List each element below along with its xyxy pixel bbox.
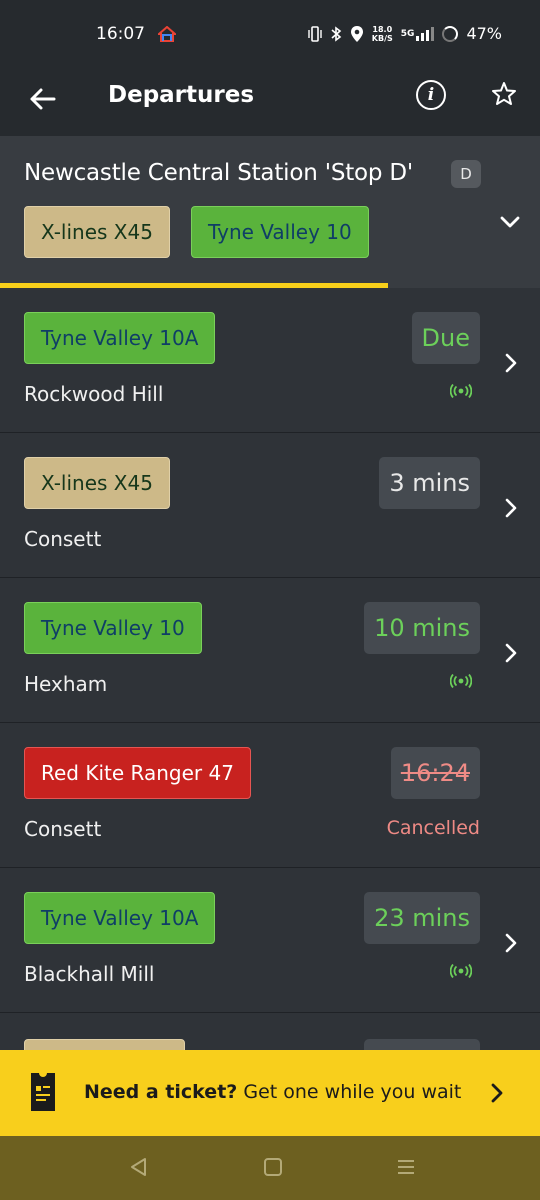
departure-row-cancelled: Red Kite Ranger 47 Consett 16:24 Cancell… [0, 723, 540, 868]
location-icon [350, 25, 363, 42]
google-home-icon [158, 26, 176, 42]
speed-value: 18.0 [372, 24, 393, 34]
live-tracking-icon [450, 674, 472, 688]
speed-unit: KB/S [371, 33, 393, 43]
nav-home-icon[interactable] [264, 1158, 282, 1176]
chevron-right-icon [505, 643, 517, 663]
chevron-down-icon[interactable] [497, 212, 523, 232]
destination: Rockwood Hill [24, 382, 164, 406]
status-time: 16:07 [96, 24, 145, 44]
nav-recents-icon[interactable] [396, 1158, 416, 1176]
status-icons: 18.0 KB/S 5G 47% [308, 24, 502, 43]
stop-name: Newcastle Central Station 'Stop D' [24, 160, 414, 186]
vibrate-icon [308, 25, 322, 42]
destination: Blackhall Mill [24, 962, 155, 986]
departure-row[interactable]: Tyne Valley 10 Hexham 10 mins [0, 578, 540, 723]
battery-icon [442, 25, 459, 42]
ticket-icon [31, 1073, 55, 1111]
nav-back-icon[interactable] [128, 1156, 150, 1178]
departure-row[interactable]: Tyne Valley 10A Rockwood Hill Due [0, 288, 540, 433]
destination: Consett [24, 527, 102, 551]
live-tracking-icon [450, 384, 472, 398]
route-badge: X-lines X45 [24, 457, 170, 509]
signal-icon [416, 26, 435, 41]
destination: Consett [24, 817, 102, 841]
chevron-right-icon [505, 498, 517, 518]
route-badge: Red Kite Ranger 47 [24, 747, 251, 799]
app-bar: Departures i [0, 68, 540, 136]
departure-time: 10 mins [364, 602, 480, 654]
route-badge: Tyne Valley 10 [24, 602, 202, 654]
ticket-banner-sub: Get one while you wait [237, 1081, 462, 1103]
network-type: 5G [400, 28, 415, 39]
route-badge: Tyne Valley 10A [24, 892, 216, 944]
route-badge: Tyne Valley 10A [24, 312, 216, 364]
stop-header: Newcastle Central Station 'Stop D' D X-l… [0, 136, 540, 288]
ticket-banner[interactable]: Need a ticket? Get one while you wait [0, 1050, 540, 1136]
status-bar: 16:07 18.0 KB/S 5G 47% [0, 0, 540, 68]
chevron-right-icon [505, 353, 517, 373]
network-speed: 18.0 KB/S [372, 25, 393, 43]
departure-time: Due [411, 312, 480, 364]
battery-level: 47% [466, 24, 502, 43]
back-arrow-icon[interactable] [26, 82, 60, 116]
chevron-right-icon [505, 933, 517, 953]
chevron-right-icon [491, 1083, 503, 1103]
scheduled-time-struck: 16:24 [390, 747, 480, 799]
live-tracking-icon [450, 964, 472, 978]
departure-row[interactable]: Tyne Valley 10A Blackhall Mill 23 mins [0, 868, 540, 1013]
departure-row[interactable]: X-lines X45 Consett 3 mins [0, 433, 540, 578]
system-nav-bar [0, 1136, 540, 1200]
route-filter-chip[interactable]: Tyne Valley 10 [191, 206, 369, 258]
page-title: Departures [108, 82, 255, 108]
ticket-banner-bold: Need a ticket? [84, 1081, 238, 1103]
bluetooth-icon [331, 25, 342, 42]
favourite-star-icon[interactable] [490, 80, 518, 108]
ticket-banner-text: Need a ticket? Get one while you wait [84, 1081, 461, 1103]
cancelled-label: Cancelled [386, 817, 480, 839]
departure-time: 23 mins [364, 892, 480, 944]
destination: Hexham [24, 672, 108, 696]
route-filter-chip[interactable]: X-lines X45 [24, 206, 170, 258]
departure-time: 3 mins [379, 457, 480, 509]
info-icon[interactable]: i [416, 80, 446, 110]
stop-letter-badge: D [451, 160, 481, 188]
